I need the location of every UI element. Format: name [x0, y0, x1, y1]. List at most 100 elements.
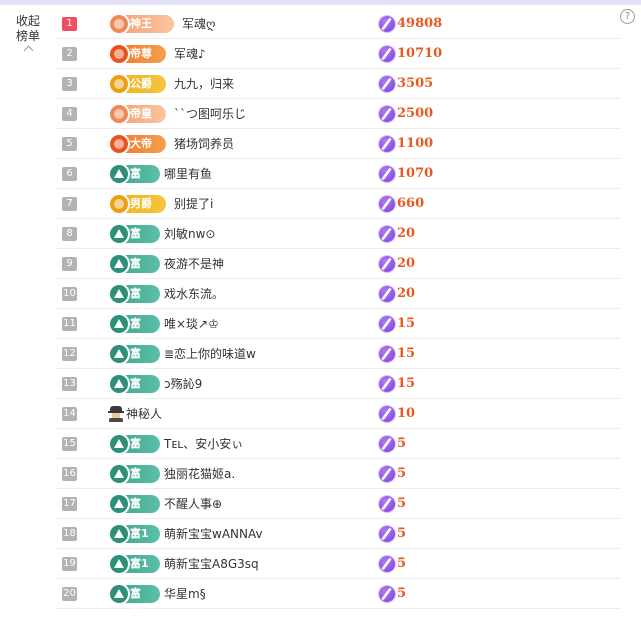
wealth-level-badge: 富1: [108, 553, 160, 575]
ranking-row[interactable]: 7 男爵 别提了i 660: [56, 189, 620, 219]
ranking-row[interactable]: 3 公爵 九九，归来 3505: [56, 69, 620, 99]
mystery-user-icon: [108, 406, 124, 422]
lightning-icon: [379, 286, 395, 302]
noble-title-badge: 神王: [108, 13, 174, 35]
ranking-row[interactable]: 14 神秘人 10: [56, 399, 620, 429]
user-nickname[interactable]: ɔ殇訫9: [164, 369, 202, 399]
lightning-icon: [379, 346, 395, 362]
user-nickname[interactable]: ≣恋上你的味道w: [164, 339, 256, 369]
contribution-score: 20: [397, 286, 416, 301]
user-nickname[interactable]: Tᴇʟ、安小安ぃ: [164, 429, 243, 459]
wealth-level-badge: 富12: [108, 253, 160, 288]
collapse-label-line1: 收起: [15, 14, 40, 28]
rank-number: 13: [62, 377, 77, 391]
noble-title-badge: 帝皇: [108, 103, 166, 125]
help-icon[interactable]: ?: [620, 9, 635, 24]
wealth-level-badge: 富19: [108, 163, 160, 198]
ranking-row[interactable]: 15 富18 Tᴇʟ、安小安ぃ 5: [56, 429, 620, 468]
rank-number: 14: [62, 407, 77, 421]
user-nickname[interactable]: 唯×琰↗♔: [164, 309, 219, 339]
noble-crest-icon: [108, 13, 130, 35]
user-nickname[interactable]: 不醒人事⊕: [164, 489, 222, 519]
user-nickname[interactable]: ``つ图呵乐じ: [174, 99, 246, 129]
ranking-row[interactable]: 18 富1 萌新宝宝wANNAv 5: [56, 519, 620, 549]
ranking-row[interactable]: 1 神王 军魂ღ 49808: [56, 9, 620, 39]
ranking-row[interactable]: 5 大帝 猪场饲养员 1100: [56, 129, 620, 159]
lightning-icon: [379, 196, 395, 212]
ranking-row[interactable]: 16 富18 独丽花猫姬a. 5: [56, 459, 620, 498]
wealth-level-icon: [108, 163, 130, 185]
user-nickname[interactable]: 九九，归来: [174, 69, 234, 99]
contribution-score: 20: [397, 256, 416, 271]
rank-number: 17: [62, 497, 77, 511]
collapse-label-line2: 榜单: [15, 29, 40, 43]
contribution-score: 5: [397, 526, 407, 541]
wealth-level-icon: [108, 493, 130, 515]
user-nickname[interactable]: 独丽花猫姬a.: [164, 459, 235, 489]
user-nickname[interactable]: 神秘人: [126, 399, 162, 429]
rank-number: 8: [62, 227, 77, 241]
chevron-up-icon: [23, 45, 33, 56]
lightning-icon: [379, 586, 395, 602]
lightning-icon: [379, 496, 395, 512]
ranking-row[interactable]: 13 富18 ɔ殇訫9 15: [56, 369, 620, 408]
lightning-icon: [379, 16, 395, 32]
ranking-row[interactable]: 9 富12 夜游不是神 20: [56, 249, 620, 288]
ranking-row[interactable]: 11 富14 唯×琰↗♔ 15: [56, 309, 620, 348]
user-nickname[interactable]: 戏水东流。: [164, 279, 224, 309]
rank-number: 11: [62, 317, 77, 331]
rank-number: 16: [62, 467, 77, 481]
rank-number: 9: [62, 257, 77, 271]
rank-number: 15: [62, 437, 77, 451]
contribution-score: 10710: [397, 46, 443, 61]
contribution-score: 1070: [397, 166, 434, 181]
ranking-row[interactable]: 20 富11 华星m§ 5: [56, 579, 620, 618]
wealth-level-badge: 富14: [108, 313, 160, 348]
user-nickname[interactable]: 萌新宝宝A8G3sq: [164, 549, 259, 579]
ranking-row[interactable]: 6 富19 哪里有鱼 1070: [56, 159, 620, 198]
rank-number: 7: [62, 197, 77, 211]
rank-number: 18: [62, 527, 77, 541]
noble-title-badge: 大帝: [108, 133, 166, 155]
badge-label: 帝皇: [130, 107, 152, 120]
wealth-level-badge: 富13: [108, 223, 160, 258]
collapse-ranking-button[interactable]: 收起 榜单: [8, 14, 48, 56]
wealth-level-icon: [108, 253, 130, 275]
noble-crest-icon: [108, 193, 130, 215]
wealth-level-badge: 富13: [108, 283, 160, 318]
user-nickname[interactable]: 猪场饲养员: [174, 129, 234, 159]
contribution-score: 5: [397, 586, 407, 601]
user-nickname[interactable]: 刘敏nw⊙: [164, 219, 215, 249]
ranking-row[interactable]: 19 富1 萌新宝宝A8G3sq 5: [56, 549, 620, 579]
lightning-icon: [379, 526, 395, 542]
user-nickname[interactable]: 军魂♪: [174, 39, 206, 69]
contribution-score: 1100: [397, 136, 434, 151]
contribution-score: 2500: [397, 106, 434, 121]
rank-number: 12: [62, 347, 77, 361]
ranking-row[interactable]: 8 富13 刘敏nw⊙ 20: [56, 219, 620, 258]
wealth-level-badge: 富11: [108, 583, 160, 618]
lightning-icon: [379, 136, 395, 152]
contribution-score: 15: [397, 376, 416, 391]
user-nickname[interactable]: 军魂ღ: [182, 9, 215, 39]
user-nickname[interactable]: 夜游不是神: [164, 249, 224, 279]
rank-number: 1: [62, 17, 77, 31]
ranking-row[interactable]: 12 富18 ≣恋上你的味道w 15: [56, 339, 620, 378]
wealth-level-icon: [108, 373, 130, 395]
ranking-row[interactable]: 4 帝皇 ``つ图呵乐じ 2500: [56, 99, 620, 129]
lightning-icon: [379, 166, 395, 182]
rank-number: 10: [62, 287, 77, 301]
user-nickname[interactable]: 哪里有鱼: [164, 159, 212, 189]
user-nickname[interactable]: 萌新宝宝wANNAv: [164, 519, 263, 549]
wealth-level-badge: 富18: [108, 433, 160, 468]
wealth-level-icon: [108, 463, 130, 485]
ranking-row[interactable]: 17 富13 不醒人事⊕ 5: [56, 489, 620, 528]
ranking-row[interactable]: 2 帝尊 军魂♪ 10710: [56, 39, 620, 69]
user-nickname[interactable]: 华星m§: [164, 579, 206, 609]
ranking-row[interactable]: 10 富13 戏水东流。 20: [56, 279, 620, 318]
rank-number: 19: [62, 557, 77, 571]
lightning-icon: [379, 376, 395, 392]
user-nickname[interactable]: 别提了i: [174, 189, 213, 219]
lightning-icon: [379, 556, 395, 572]
wealth-level-badge: 富1: [108, 523, 160, 545]
